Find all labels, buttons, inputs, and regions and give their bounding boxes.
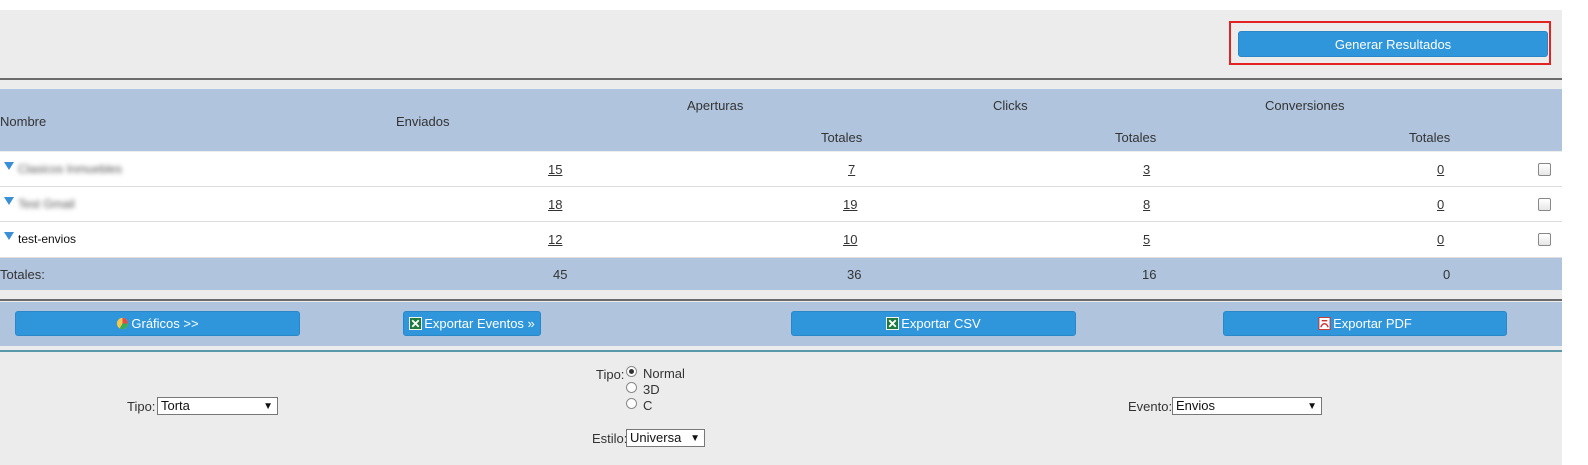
aperturas-link[interactable]: 7 — [848, 162, 855, 177]
totals-label: Totales: — [0, 267, 45, 282]
conversiones-link[interactable]: 0 — [1437, 162, 1444, 177]
expand-triangle-icon[interactable] — [4, 197, 14, 205]
subcolumn-conversiones-totales: Totales — [1409, 130, 1451, 145]
total-enviados: 45 — [553, 267, 568, 282]
estilo-select[interactable]: Universa ▼ — [626, 429, 705, 447]
excel-icon — [886, 317, 900, 330]
subcolumn-clicks-totales: Totales — [1115, 130, 1157, 145]
excel-icon — [409, 317, 423, 330]
radio-c-label: C — [643, 398, 653, 413]
conversiones-link[interactable]: 0 — [1437, 232, 1444, 247]
exportar-pdf-label: Exportar PDF — [1333, 316, 1412, 331]
top-strip — [0, 0, 1562, 10]
evento-select-value: Envios — [1176, 398, 1216, 413]
expand-triangle-icon[interactable] — [4, 162, 14, 170]
estilo-label: Estilo: — [592, 431, 628, 446]
pie-chart-icon — [117, 317, 129, 330]
row-name: Clasicos Inmuebles — [18, 162, 123, 176]
tipo-select[interactable]: Torta ▼ — [157, 397, 278, 415]
table-row: Clasicos Inmuebles 15 7 3 0 — [0, 152, 1562, 187]
row-checkbox[interactable] — [1538, 233, 1551, 246]
exportar-eventos-label: Exportar Eventos » — [424, 316, 535, 331]
table-header: Nombre Enviados Aperturas Clicks Convers… — [0, 89, 1562, 151]
aperturas-link[interactable]: 19 — [843, 197, 857, 212]
total-aperturas: 36 — [847, 267, 862, 282]
aperturas-link[interactable]: 10 — [843, 232, 857, 247]
column-conversiones: Conversiones — [1265, 98, 1345, 113]
conversiones-link[interactable]: 0 — [1437, 197, 1444, 212]
tipo-label: Tipo: — [127, 399, 156, 414]
table-row: test-envios 12 10 5 0 — [0, 222, 1562, 258]
clicks-link[interactable]: 3 — [1143, 162, 1150, 177]
tipo-select-value: Torta — [161, 398, 190, 413]
style-tipo-label: Tipo: — [596, 367, 625, 382]
row-checkbox[interactable] — [1538, 198, 1551, 211]
graficos-button[interactable]: Gráficos >> — [15, 311, 300, 336]
column-aperturas: Aperturas — [687, 98, 744, 113]
evento-label: Evento: — [1128, 399, 1173, 414]
row-checkbox[interactable] — [1538, 163, 1551, 176]
chevron-down-icon: ▼ — [690, 433, 700, 444]
divider — [0, 78, 1562, 80]
chevron-down-icon: ▼ — [1307, 401, 1317, 412]
estilo-select-value: Universa — [630, 430, 682, 445]
total-clicks: 16 — [1142, 267, 1157, 282]
radio-normal[interactable] — [626, 366, 637, 377]
exportar-pdf-button[interactable]: Exportar PDF — [1223, 311, 1507, 336]
enviados-link[interactable]: 12 — [548, 232, 562, 247]
column-enviados: Enviados — [396, 114, 450, 129]
radio-normal-label: Normal — [643, 366, 685, 381]
totals-row: Totales: 45 36 16 0 — [0, 258, 1562, 290]
chevron-down-icon: ▼ — [263, 401, 273, 412]
row-name: test-envios — [18, 232, 77, 246]
evento-select[interactable]: Envios ▼ — [1172, 397, 1322, 415]
subcolumn-aperturas-totales: Totales — [821, 130, 863, 145]
table-row: Test Gmail 18 19 8 0 — [0, 187, 1562, 222]
exportar-eventos-button[interactable]: Exportar Eventos » — [403, 311, 541, 336]
divider — [0, 299, 1562, 301]
total-conversiones: 0 — [1443, 267, 1451, 282]
row-name: Test Gmail — [18, 197, 75, 211]
enviados-link[interactable]: 15 — [548, 162, 562, 177]
exportar-csv-label: Exportar CSV — [901, 316, 981, 331]
column-nombre: Nombre — [0, 114, 47, 129]
enviados-link[interactable]: 18 — [548, 197, 562, 212]
column-clicks: Clicks — [993, 98, 1028, 113]
radio-c[interactable] — [626, 398, 637, 409]
exportar-csv-button[interactable]: Exportar CSV — [791, 311, 1076, 336]
radio-3d-label: 3D — [643, 382, 660, 397]
generate-results-button[interactable]: Generar Resultados — [1238, 31, 1548, 57]
radio-3d[interactable] — [626, 382, 637, 393]
graficos-label: Gráficos >> — [131, 316, 199, 331]
clicks-link[interactable]: 8 — [1143, 197, 1150, 212]
divider — [0, 350, 1562, 352]
clicks-link[interactable]: 5 — [1143, 232, 1150, 247]
pdf-icon — [1318, 317, 1331, 330]
expand-triangle-icon[interactable] — [4, 232, 14, 240]
